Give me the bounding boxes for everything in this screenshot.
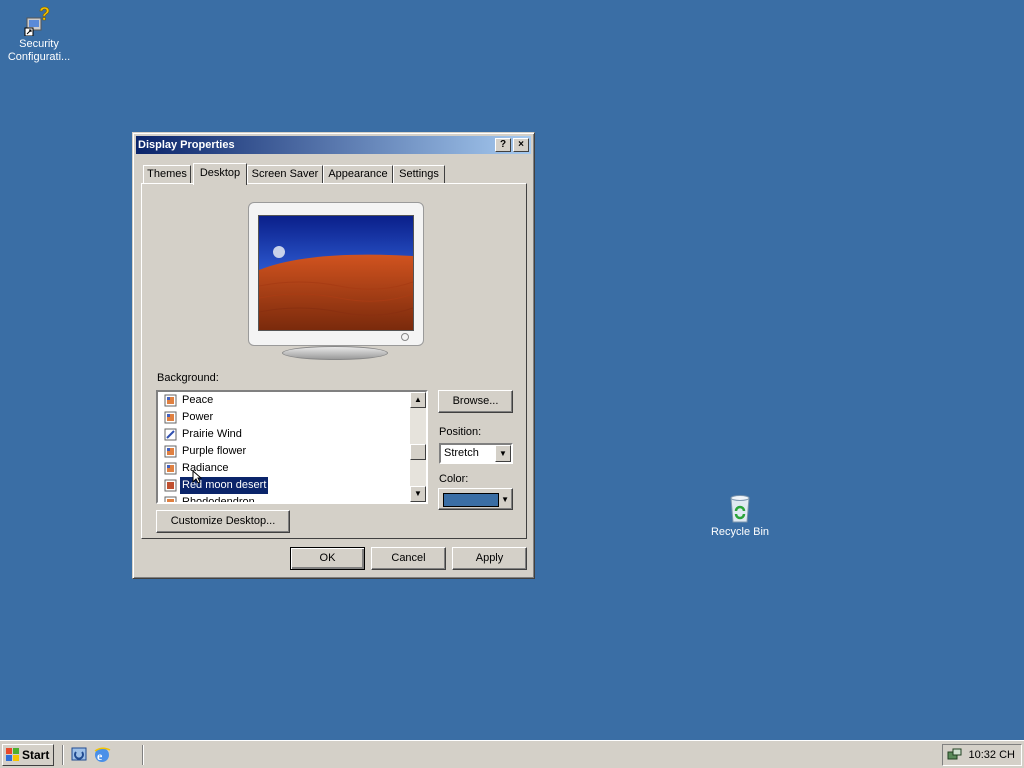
list-item-label: Radiance	[182, 462, 229, 474]
svg-text:?: ?	[39, 4, 50, 24]
mouse-cursor-icon	[192, 469, 203, 484]
background-label: Background:	[157, 372, 219, 384]
recycle-bin-icon	[724, 492, 756, 524]
list-item-label: Power	[182, 411, 214, 423]
position-label: Position:	[439, 426, 482, 438]
color-swatch	[443, 493, 499, 507]
dialog-titlebar[interactable]: Display Properties ? ×	[136, 136, 531, 154]
monitor-preview	[248, 202, 424, 360]
clock[interactable]: 10:32 CH	[969, 749, 1015, 761]
listbox-scrollbar[interactable]: ▲ ▼	[410, 392, 426, 502]
windows-flag-icon	[6, 748, 20, 762]
monitor-power-button	[401, 333, 409, 341]
wallpaper-preview	[258, 215, 414, 331]
position-select[interactable]: Stretch ▼	[439, 443, 513, 464]
list-item[interactable]: Rhododendron	[162, 494, 402, 504]
image-file-icon	[164, 445, 177, 458]
display-properties-dialog: Display Properties ? × Themes Desktop Sc…	[132, 132, 535, 579]
close-button[interactable]: ×	[513, 138, 529, 152]
list-item[interactable]: Peace	[162, 392, 402, 409]
desktop-icon-security-configuration[interactable]: ? Security Configurati...	[1, 4, 77, 64]
tab-settings[interactable]: Settings	[393, 165, 445, 183]
list-item-label: Prairie Wind	[182, 428, 242, 440]
security-configuration-icon: ?	[23, 4, 55, 37]
svg-text:e: e	[97, 749, 103, 763]
color-label: Color:	[439, 473, 469, 485]
taskbar-separator	[142, 745, 144, 765]
tab-appearance[interactable]: Appearance	[323, 165, 393, 183]
image-file-icon	[164, 479, 177, 492]
apply-button[interactable]: Apply	[452, 547, 527, 570]
desktop-icon-label: Recycle Bin	[710, 526, 770, 538]
system-tray: 10:32 CH	[942, 744, 1022, 766]
dialog-title: Display Properties	[138, 139, 235, 151]
image-file-icon	[164, 411, 177, 424]
list-item[interactable]: Power	[162, 409, 402, 426]
monitor-stand	[282, 346, 388, 360]
chevron-down-icon: ▼	[501, 495, 509, 504]
list-item-label: Peace	[182, 394, 214, 406]
list-item[interactable]: Purple flower	[162, 443, 402, 460]
image-file-icon	[164, 462, 177, 475]
list-item-label: Purple flower	[182, 445, 247, 457]
list-item[interactable]: Prairie Wind	[162, 426, 402, 443]
color-picker-button[interactable]: ▼	[438, 488, 513, 510]
list-item-label: Rhododendron	[182, 496, 255, 504]
tab-themes[interactable]: Themes	[143, 165, 191, 183]
tab-desktop[interactable]: Desktop	[193, 163, 247, 185]
image-file-icon	[164, 428, 177, 441]
network-tray-icon[interactable]	[947, 748, 962, 763]
show-desktop-icon[interactable]	[70, 746, 88, 764]
quicklaunch-separator	[62, 745, 64, 765]
tab-screen-saver[interactable]: Screen Saver	[247, 165, 323, 183]
desktop-icon-recycle-bin[interactable]: Recycle Bin	[702, 492, 778, 539]
background-listbox[interactable]: Peace Power Prairie Wind Purple flower R…	[156, 390, 428, 504]
position-value: Stretch	[444, 447, 479, 459]
cancel-button[interactable]: Cancel	[371, 547, 446, 570]
start-button[interactable]: Start	[2, 744, 54, 766]
image-file-icon	[164, 394, 177, 407]
customize-desktop-button[interactable]: Customize Desktop...	[156, 510, 290, 533]
desktop-icon-label: Security Configurati...	[7, 38, 71, 63]
scroll-down-icon[interactable]: ▼	[410, 486, 426, 502]
chevron-down-icon[interactable]: ▼	[495, 445, 511, 462]
ok-button[interactable]: OK	[290, 547, 365, 570]
monitor-frame	[248, 202, 424, 346]
scroll-up-icon[interactable]: ▲	[410, 392, 426, 408]
image-file-icon	[164, 496, 177, 502]
browse-button[interactable]: Browse...	[438, 390, 513, 413]
taskbar: Start e 10:32 CH	[0, 740, 1024, 768]
start-label: Start	[22, 748, 50, 762]
internet-explorer-icon[interactable]: e	[93, 746, 111, 764]
desktop-tab-panel: Background: Peace Power Prairie Wind Pur…	[141, 183, 527, 539]
scroll-thumb[interactable]	[410, 444, 426, 460]
help-button[interactable]: ?	[495, 138, 511, 152]
